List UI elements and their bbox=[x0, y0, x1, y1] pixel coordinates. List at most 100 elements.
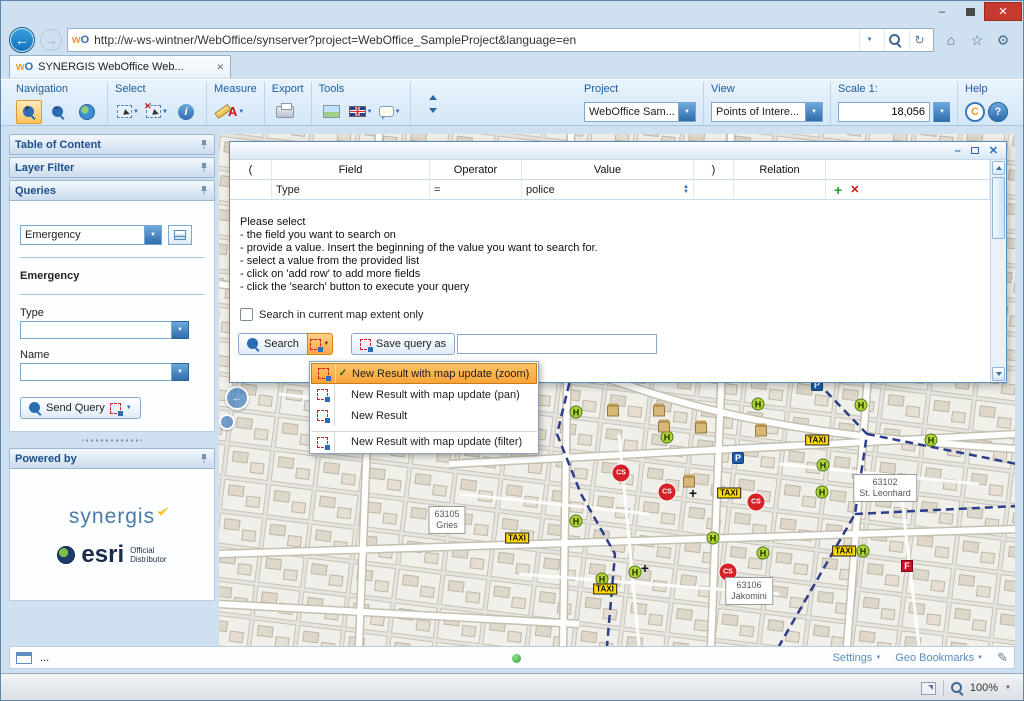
forward-button[interactable]: → bbox=[40, 29, 62, 51]
map-marker[interactable]: H bbox=[854, 398, 868, 412]
dialog-scrollbar[interactable] bbox=[990, 160, 1006, 382]
map-marker[interactable]: H bbox=[815, 485, 829, 499]
save-query-name-input[interactable] bbox=[457, 334, 658, 354]
toolbar-scroll-up[interactable] bbox=[425, 93, 441, 102]
map-marker[interactable]: TAXI bbox=[717, 487, 741, 499]
map-marker[interactable]: H bbox=[856, 544, 870, 558]
query-manager-button[interactable] bbox=[168, 225, 192, 245]
dialog-minimize-icon[interactable]: – bbox=[955, 145, 961, 156]
field-name-input[interactable] bbox=[20, 363, 172, 381]
dialog-title-bar[interactable]: – ✕ bbox=[230, 142, 1006, 160]
title-bar[interactable]: – ✕ bbox=[1, 1, 1023, 25]
panel-table-of-content[interactable]: Table of Content bbox=[9, 134, 215, 155]
project-select[interactable]: WebOffice Sam... ▼ bbox=[584, 101, 696, 122]
dialog-close-icon[interactable]: ✕ bbox=[989, 145, 998, 156]
pin-icon[interactable] bbox=[199, 185, 209, 197]
url-box[interactable]: wO http://w-ws-wintner/WebOffice/synserv… bbox=[67, 28, 934, 52]
dialog-restore-icon[interactable] bbox=[970, 147, 979, 154]
minimize-button[interactable]: – bbox=[928, 2, 956, 21]
map-pan-control[interactable]: ← bbox=[219, 386, 249, 434]
row-value[interactable]: police ▲ ▼ bbox=[522, 180, 694, 200]
select-tool[interactable]: ▼ bbox=[115, 100, 141, 124]
clear-selection-tool[interactable]: ✕ ▼ bbox=[144, 100, 170, 124]
home-button[interactable]: ⌂ bbox=[939, 28, 963, 52]
map-marker[interactable] bbox=[695, 422, 707, 434]
image-tool[interactable] bbox=[319, 100, 345, 124]
pan-tool[interactable] bbox=[74, 100, 100, 124]
map-marker[interactable]: H bbox=[816, 458, 830, 472]
identify-tool[interactable]: i bbox=[173, 100, 199, 124]
map-marker[interactable]: CS bbox=[612, 464, 630, 482]
back-button[interactable]: ← bbox=[9, 27, 35, 53]
map-marker[interactable]: CS bbox=[658, 483, 676, 501]
search-button[interactable] bbox=[884, 30, 904, 50]
value-sort-icons[interactable]: ▲ ▼ bbox=[683, 184, 689, 195]
map-marker[interactable]: H bbox=[756, 546, 770, 560]
map-marker[interactable]: TAXI bbox=[505, 532, 529, 544]
chevron-down-icon[interactable]: ▼ bbox=[678, 102, 695, 121]
chevron-down-icon[interactable]: ▼ bbox=[1005, 685, 1011, 691]
map-marker[interactable]: H bbox=[628, 565, 642, 579]
map-marker[interactable]: + bbox=[689, 485, 697, 501]
row-field[interactable]: Type bbox=[272, 180, 430, 200]
zoom-in-tool[interactable]: + bbox=[16, 99, 42, 124]
menu-item[interactable]: ✓ New Result with map update (zoom) bbox=[311, 363, 537, 384]
chevron-down-icon[interactable]: ▼ bbox=[126, 405, 132, 411]
panel-queries[interactable]: Queries bbox=[9, 180, 215, 201]
chevron-down-icon[interactable]: ▼ bbox=[933, 101, 950, 122]
url-dropdown-button[interactable]: ▼ bbox=[859, 30, 879, 50]
open-in-window-icon[interactable] bbox=[920, 681, 936, 695]
map-marker[interactable]: H bbox=[751, 397, 765, 411]
zoom-out-tool[interactable]: − bbox=[45, 100, 71, 124]
refresh-button[interactable]: ↻ bbox=[909, 30, 929, 50]
map-marker[interactable]: CS bbox=[747, 493, 765, 511]
map-marker[interactable]: TAXI bbox=[593, 583, 617, 595]
send-query-button[interactable]: Send Query ▼ bbox=[20, 397, 141, 419]
search-button[interactable]: Search bbox=[238, 333, 308, 355]
map-marker[interactable] bbox=[653, 405, 665, 417]
tab-close-icon[interactable]: ✕ bbox=[216, 62, 224, 73]
pan-left-button[interactable]: ← bbox=[225, 386, 249, 410]
map-area[interactable]: ← H H H H H H H H H H H H H CS CS CS CS … bbox=[219, 134, 1015, 646]
favorites-button[interactable]: ☆ bbox=[965, 28, 989, 52]
row-relation[interactable] bbox=[734, 180, 826, 200]
row-operator[interactable]: = bbox=[430, 180, 522, 200]
map-marker[interactable]: + bbox=[641, 560, 649, 576]
pan-button[interactable] bbox=[219, 414, 235, 430]
chevron-down-icon[interactable]: ▼ bbox=[172, 363, 189, 381]
row-open-paren[interactable] bbox=[230, 180, 272, 200]
map-marker[interactable]: H bbox=[706, 531, 720, 545]
map-marker[interactable] bbox=[658, 421, 670, 433]
row-close-paren[interactable] bbox=[694, 180, 734, 200]
print-tool[interactable] bbox=[272, 100, 298, 124]
scale-input[interactable] bbox=[838, 101, 930, 122]
save-query-button[interactable]: Save query as bbox=[350, 333, 456, 355]
extent-checkbox[interactable] bbox=[240, 308, 253, 321]
map-marker[interactable] bbox=[607, 405, 619, 417]
delete-row-icon[interactable]: ✕ bbox=[850, 183, 859, 196]
more-label[interactable]: ... bbox=[40, 652, 49, 664]
restore-panel-icon[interactable] bbox=[16, 651, 32, 664]
zoom-control[interactable]: 100% ▼ bbox=[920, 680, 1023, 696]
redline-edit-icon[interactable]: ✎ bbox=[997, 650, 1008, 666]
tooltip-tool[interactable]: ▼ bbox=[377, 100, 403, 124]
map-marker[interactable]: H bbox=[569, 405, 583, 419]
scroll-up-button[interactable] bbox=[992, 161, 1005, 175]
settings-menu[interactable]: Settings ▼ bbox=[833, 652, 882, 664]
toolbar-scroll-down[interactable] bbox=[425, 106, 441, 115]
map-marker[interactable]: 63105 Gries bbox=[428, 506, 466, 534]
zoom-level-value[interactable]: 100% bbox=[970, 682, 998, 694]
pin-icon[interactable] bbox=[199, 139, 209, 151]
help-button[interactable]: ? bbox=[988, 101, 1008, 122]
chevron-down-icon[interactable]: ▼ bbox=[144, 226, 161, 244]
url-text[interactable]: http://w-ws-wintner/WebOffice/synserver?… bbox=[94, 33, 854, 47]
map-marker[interactable]: 63102 St. Leonhard bbox=[853, 474, 917, 502]
menu-item[interactable]: New Result with map update (filter) bbox=[311, 431, 537, 452]
map-marker[interactable]: P bbox=[732, 452, 744, 464]
panel-powered-by[interactable]: Powered by bbox=[9, 448, 215, 469]
menu-item[interactable]: New Result bbox=[311, 405, 537, 426]
chevron-down-icon[interactable]: ▼ bbox=[805, 102, 822, 121]
maximize-button[interactable] bbox=[956, 2, 984, 21]
scroll-down-button[interactable] bbox=[992, 367, 1005, 381]
pin-icon[interactable] bbox=[199, 453, 209, 465]
